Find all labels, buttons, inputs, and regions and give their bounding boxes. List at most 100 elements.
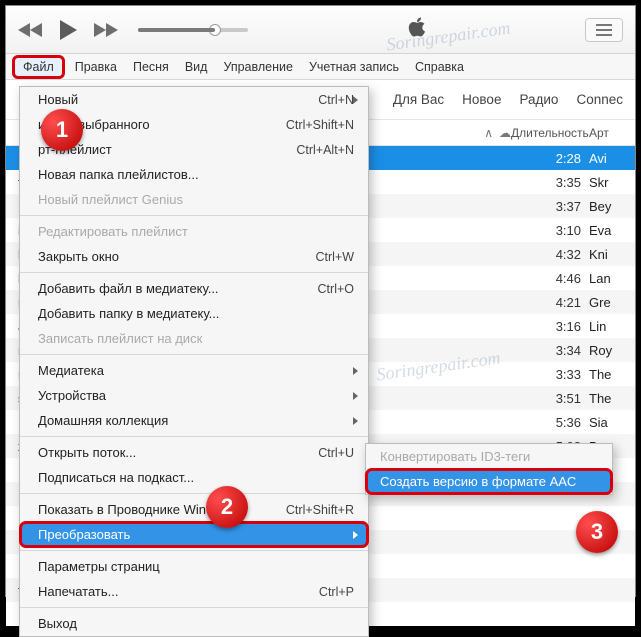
cloud-icon[interactable]: ☁ (499, 126, 511, 140)
track-duration: 3:33 (511, 367, 589, 382)
menu-item[interactable]: Преобразовать (20, 522, 368, 547)
sort-asc-icon[interactable]: ∧ (484, 126, 493, 140)
menu-shortcut: Ctrl+U (318, 446, 354, 460)
track-duration: 5:36 (511, 415, 589, 430)
menu-item-label: Домашняя коллекция (38, 413, 354, 428)
menu-separator (20, 354, 368, 355)
menu-shortcut: Ctrl+N (318, 93, 354, 107)
menu-controls[interactable]: Управление (215, 56, 301, 78)
track-duration: 3:34 (511, 343, 589, 358)
track-artist: The (589, 367, 625, 382)
menu-item[interactable]: Показать в Проводнике WindowsCtrl+Shift+… (20, 497, 368, 522)
menu-item: Записать плейлист на диск (20, 326, 368, 351)
menu-item[interactable]: Закрыть окноCtrl+W (20, 244, 368, 269)
previous-track-icon[interactable] (18, 22, 44, 38)
track-duration: 4:21 (511, 295, 589, 310)
track-duration: 3:16 (511, 319, 589, 334)
convert-submenu: Конвертировать ID3-тегиСоздать версию в … (365, 443, 613, 495)
track-artist: Roy (589, 343, 625, 358)
menu-separator (20, 215, 368, 216)
menu-item-label: Новый плейлист Genius (38, 192, 354, 207)
track-artist: Lan (589, 271, 625, 286)
track-artist: Skr (589, 175, 625, 190)
next-track-icon[interactable] (92, 22, 118, 38)
menu-item-label: Новый (38, 92, 318, 107)
menu-shortcut: Ctrl+Shift+R (286, 503, 354, 517)
annotation-badge-2: 2 (206, 486, 248, 528)
list-view-button[interactable] (585, 18, 623, 42)
menu-item-label: Открыть поток... (38, 445, 318, 460)
track-artist: Gre (589, 295, 625, 310)
menu-song[interactable]: Песня (125, 56, 177, 78)
annotation-badge-1: 1 (41, 109, 83, 151)
track-duration: 3:51 (511, 391, 589, 406)
track-duration: 3:10 (511, 223, 589, 238)
track-artist: Kni (589, 247, 625, 262)
menu-item-label: Преобразовать (38, 527, 354, 542)
menu-help[interactable]: Справка (407, 56, 472, 78)
menu-shortcut: Ctrl+Alt+N (296, 143, 354, 157)
menu-item[interactable]: Выход (20, 611, 368, 636)
menu-item[interactable]: Подписаться на подкаст... (20, 465, 368, 490)
menu-item: Редактировать плейлист (20, 219, 368, 244)
nav-radio[interactable]: Радио (519, 84, 558, 115)
menu-item[interactable]: Добавить файл в медиатеку...Ctrl+O (20, 276, 368, 301)
menu-item-label: Устройства (38, 388, 354, 403)
nav-connect[interactable]: Connec (576, 84, 623, 115)
menu-bar: Файл Правка Песня Вид Управление Учетная… (6, 54, 635, 80)
menu-shortcut: Ctrl+W (315, 250, 354, 264)
menu-item-label: Редактировать плейлист (38, 224, 354, 239)
menu-item-label: Записать плейлист на диск (38, 331, 354, 346)
file-menu-dropdown: НовыйCtrl+Nист из выбранногоCtrl+Shift+N… (19, 86, 369, 637)
track-duration: 2:28 (511, 151, 589, 166)
nav-for-you[interactable]: Для Вас (393, 84, 444, 115)
menu-item-label: Добавить папку в медиатеку... (38, 306, 354, 321)
nav-new[interactable]: Новое (462, 84, 501, 115)
track-artist: Sia (589, 415, 625, 430)
menu-edit[interactable]: Правка (67, 56, 125, 78)
menu-item-label: Показать в Проводнике Windows (38, 502, 286, 517)
menu-file[interactable]: Файл (12, 55, 65, 79)
track-duration: 4:32 (511, 247, 589, 262)
menu-account[interactable]: Учетная запись (301, 56, 407, 78)
volume-slider[interactable] (138, 28, 248, 32)
menu-item-label: Добавить файл в медиатеку... (38, 281, 318, 296)
menu-separator (20, 607, 368, 608)
submenu-item: Конвертировать ID3-теги (366, 444, 612, 469)
menu-item[interactable]: Медиатека (20, 358, 368, 383)
menu-view[interactable]: Вид (177, 56, 216, 78)
menu-separator (20, 550, 368, 551)
menu-shortcut: Ctrl+O (318, 282, 354, 296)
track-artist: Lin (589, 319, 625, 334)
track-artist: Bey (589, 199, 625, 214)
menu-item[interactable]: Открыть поток...Ctrl+U (20, 440, 368, 465)
menu-item-label: Подписаться на подкаст... (38, 470, 354, 485)
volume-thumb[interactable] (209, 24, 221, 36)
play-icon[interactable] (58, 19, 78, 41)
menu-item[interactable]: Параметры страниц (20, 554, 368, 579)
menu-separator (20, 272, 368, 273)
menu-item[interactable]: НовыйCtrl+N (20, 87, 368, 112)
menu-separator (20, 436, 368, 437)
track-duration: 4:46 (511, 271, 589, 286)
col-artist[interactable]: Арт (589, 126, 625, 140)
annotation-badge-3: 3 (576, 511, 618, 553)
menu-shortcut: Ctrl+P (319, 585, 354, 599)
submenu-item[interactable]: Создать версию в формате AAC (366, 469, 612, 494)
menu-item[interactable]: Устройства (20, 383, 368, 408)
menu-item: Новый плейлист Genius (20, 187, 368, 212)
track-duration: 3:37 (511, 199, 589, 214)
playback-toolbar (6, 6, 635, 54)
menu-shortcut: Ctrl+Shift+N (286, 118, 354, 132)
track-artist: The (589, 391, 625, 406)
menu-item[interactable]: Домашняя коллекция (20, 408, 368, 433)
menu-item-label: Медиатека (38, 363, 354, 378)
menu-item[interactable]: Новая папка плейлистов... (20, 162, 368, 187)
track-artist: Eva (589, 223, 625, 238)
menu-item[interactable]: Добавить папку в медиатеку... (20, 301, 368, 326)
apple-logo-icon (407, 16, 427, 43)
col-duration[interactable]: Длительность (511, 126, 589, 140)
menu-item[interactable]: Напечатать...Ctrl+P (20, 579, 368, 604)
menu-separator (20, 493, 368, 494)
app-window: Файл Правка Песня Вид Управление Учетная… (5, 5, 636, 597)
